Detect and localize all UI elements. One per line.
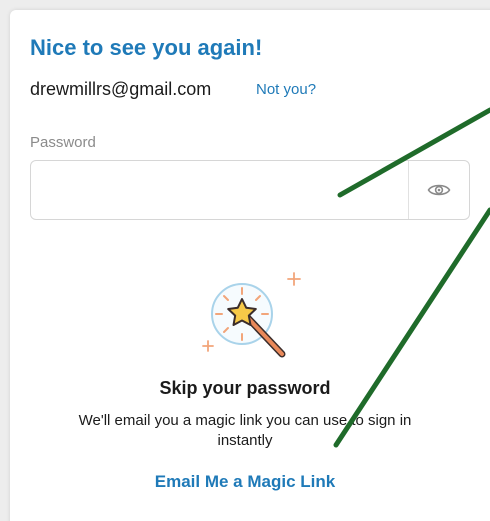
password-label: Password (30, 134, 96, 151)
not-you-link[interactable]: Not you? (256, 81, 316, 98)
skip-password-heading: Skip your password (159, 378, 331, 398)
magic-link-description: We'll email you a magic link you can use… (78, 412, 412, 449)
screen: Nice to see you again! drewmillrs@gmail.… (0, 0, 490, 521)
email-magic-link-button[interactable]: Email Me a Magic Link (0, 472, 490, 492)
password-field (30, 160, 470, 220)
password-input[interactable] (31, 161, 409, 219)
account-email: drewmillrs@gmail.com (30, 79, 212, 99)
magic-wand-icon (202, 272, 301, 358)
page-title: Nice to see you again! (30, 35, 263, 60)
eye-icon (427, 184, 451, 196)
show-password-button[interactable] (408, 161, 469, 219)
